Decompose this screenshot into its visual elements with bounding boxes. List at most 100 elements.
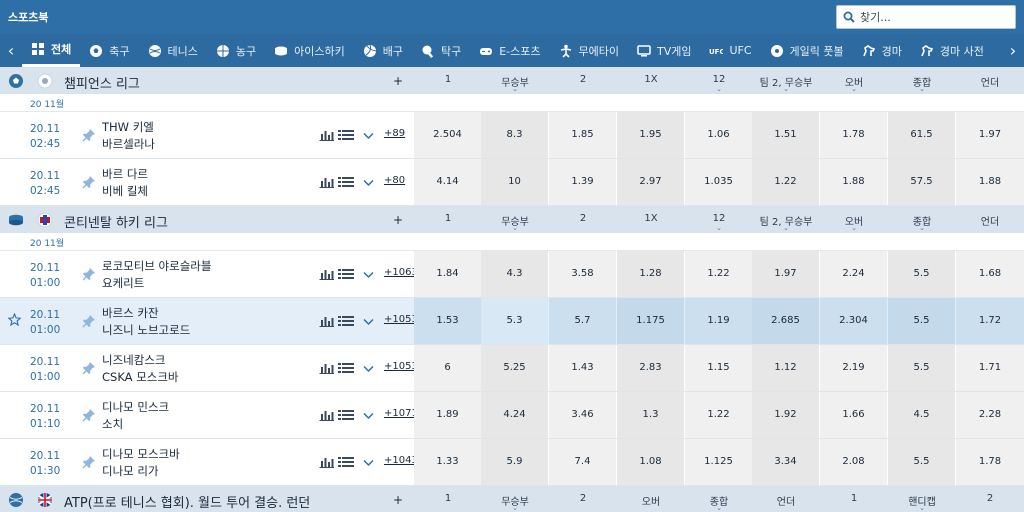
brand-title[interactable]: 스포츠북: [8, 9, 48, 25]
odds-cell[interactable]: 2.83: [617, 345, 684, 391]
list-icon[interactable]: [338, 456, 354, 468]
stats-icon[interactable]: [319, 129, 335, 141]
more-markets-link[interactable]: +80: [384, 175, 405, 186]
more-markets-link[interactable]: +1063: [384, 267, 418, 278]
odds-cell[interactable]: 1.06: [685, 112, 752, 158]
odds-cell[interactable]: 1.43: [549, 345, 616, 391]
list-icon[interactable]: [338, 362, 354, 374]
tab-tennis[interactable]: 테니스: [139, 34, 207, 67]
odds-cell[interactable]: 57.5: [888, 159, 955, 205]
pin-icon[interactable]: [82, 175, 96, 189]
tab-table-tennis[interactable]: 탁구: [412, 34, 470, 67]
odds-cell[interactable]: 1.08: [617, 439, 684, 485]
nav-left-arrow-icon[interactable]: ‹: [0, 34, 22, 67]
odds-cell[interactable]: 1.22: [685, 251, 752, 297]
odds-cell[interactable]: 1.28: [617, 251, 684, 297]
odds-cell[interactable]: 2.504: [414, 112, 481, 158]
odds-cell[interactable]: 2.08: [820, 439, 887, 485]
market-header[interactable]: 무승부 ⌄: [481, 206, 549, 233]
pin-icon[interactable]: [82, 408, 96, 422]
chevron-down-icon[interactable]: ⌄: [919, 505, 925, 512]
market-header[interactable]: 오버 ⌄: [820, 67, 888, 94]
pin-icon[interactable]: [82, 455, 96, 469]
odds-cell[interactable]: 1.125: [685, 439, 752, 485]
chevron-down-icon[interactable]: ⌄: [716, 86, 722, 93]
chevron-down-icon[interactable]: ⌄: [512, 225, 518, 232]
tab-tv[interactable]: TV게임: [628, 34, 700, 67]
league-more-button[interactable]: +: [393, 74, 403, 88]
match-teams[interactable]: 로코모티브 야로슬라블 요케리트: [102, 258, 211, 292]
odds-cell[interactable]: 2.97: [617, 159, 684, 205]
odds-cell[interactable]: 2.24: [820, 251, 887, 297]
tab-grid[interactable]: 전체: [22, 34, 81, 67]
odds-cell[interactable]: 1.78: [820, 112, 887, 158]
league-more-button[interactable]: +: [393, 493, 403, 507]
chevron-down-icon[interactable]: ⌄: [919, 225, 925, 232]
odds-cell[interactable]: 1.33: [414, 439, 481, 485]
tab-basketball[interactable]: 농구: [207, 34, 265, 67]
market-header[interactable]: 종합 ⌄: [888, 206, 956, 233]
chevron-down-icon[interactable]: ⌄: [512, 86, 518, 93]
league-name[interactable]: 챔피언스 리그: [64, 73, 140, 92]
star-icon[interactable]: [7, 312, 22, 327]
tab-gaelic-football[interactable]: 게일릭 풋볼: [761, 34, 853, 67]
market-header[interactable]: 언더: [956, 206, 1024, 233]
odds-cell[interactable]: 1.84: [414, 251, 481, 297]
odds-cell[interactable]: 1.78: [956, 439, 1024, 485]
more-markets-link[interactable]: +1043: [384, 455, 418, 466]
tab-horse[interactable]: 경마 사전: [911, 34, 993, 67]
odds-cell[interactable]: 1.68: [956, 251, 1024, 297]
chevron-down-icon[interactable]: ⌄: [783, 86, 789, 93]
odds-cell[interactable]: 1.88: [956, 159, 1024, 205]
odds-cell[interactable]: 5.25: [481, 345, 548, 391]
odds-cell[interactable]: 1.72: [956, 298, 1024, 344]
odds-cell[interactable]: 4.14: [414, 159, 481, 205]
search-input[interactable]: 찾기...: [860, 9, 891, 25]
match-teams[interactable]: 디나모 모스크바 디나모 리가: [102, 446, 180, 480]
odds-cell[interactable]: 1.12: [752, 345, 819, 391]
chevron-down-icon[interactable]: ⌄: [716, 505, 722, 512]
chevron-down-icon[interactable]: [363, 132, 374, 140]
market-header[interactable]: 2: [956, 486, 1024, 512]
odds-cell[interactable]: 1.95: [617, 112, 684, 158]
tab-volleyball[interactable]: 배구: [354, 34, 412, 67]
chevron-down-icon[interactable]: [363, 271, 374, 279]
league-name[interactable]: ATP(프로 테니스 협회). 월드 투어 결승. 런던: [64, 492, 310, 511]
odds-cell[interactable]: 7.4: [549, 439, 616, 485]
odds-cell[interactable]: 1.97: [752, 251, 819, 297]
tab-horse[interactable]: 경마: [853, 34, 911, 67]
nav-right-arrow-icon[interactable]: ›: [1002, 34, 1024, 67]
odds-cell[interactable]: 1.66: [820, 392, 887, 438]
search-box[interactable]: 찾기...: [836, 5, 1016, 29]
odds-cell[interactable]: 5.5: [888, 251, 955, 297]
chevron-down-icon[interactable]: [363, 412, 374, 420]
list-icon[interactable]: [338, 268, 354, 280]
odds-cell[interactable]: 1.71: [956, 345, 1024, 391]
stats-icon[interactable]: [319, 176, 335, 188]
stats-icon[interactable]: [319, 315, 335, 327]
market-header[interactable]: 오버 ⌄: [820, 206, 888, 233]
market-header[interactable]: 무승부 ⌄: [481, 67, 549, 94]
chevron-down-icon[interactable]: [363, 459, 374, 467]
odds-cell[interactable]: 1.15: [685, 345, 752, 391]
odds-cell[interactable]: 1.3: [617, 392, 684, 438]
market-header[interactable]: 핸디캡 ⌄: [888, 486, 956, 512]
odds-cell[interactable]: 1.035: [685, 159, 752, 205]
pin-icon[interactable]: [82, 314, 96, 328]
market-header[interactable]: 팀 2, 무승부 ⌄: [752, 67, 820, 94]
odds-cell[interactable]: 3.58: [549, 251, 616, 297]
odds-cell[interactable]: 5.5: [888, 345, 955, 391]
odds-cell[interactable]: 61.5: [888, 112, 955, 158]
market-header[interactable]: 언더: [956, 67, 1024, 94]
list-icon[interactable]: [338, 176, 354, 188]
odds-cell[interactable]: 3.34: [752, 439, 819, 485]
league-more-button[interactable]: +: [393, 213, 403, 227]
odds-cell[interactable]: 1.53: [414, 298, 481, 344]
tab-muay-thai[interactable]: 무에타이: [550, 34, 628, 67]
odds-cell[interactable]: 3.46: [549, 392, 616, 438]
match-teams[interactable]: 니즈네캄스크 CSKA 모스크바: [102, 352, 179, 386]
odds-cell[interactable]: 2.685: [752, 298, 819, 344]
market-header[interactable]: 1X: [617, 67, 685, 94]
chevron-down-icon[interactable]: [363, 318, 374, 326]
tab-hockey-puck[interactable]: 아이스하키: [265, 34, 354, 67]
